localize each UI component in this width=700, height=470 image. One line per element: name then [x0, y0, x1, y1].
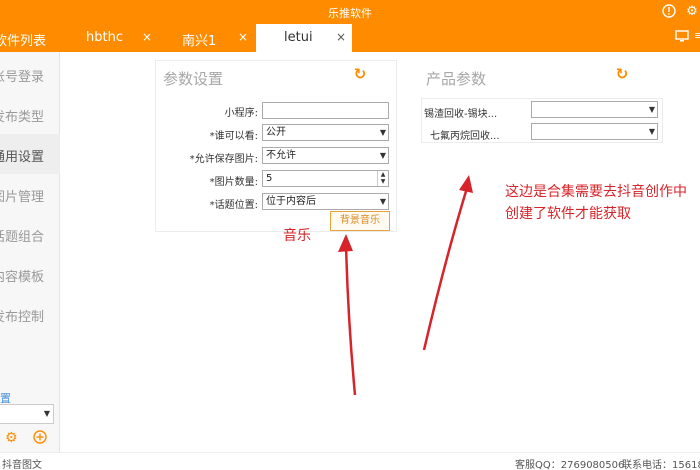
annotation-arrow-product: [422, 187, 469, 351]
arrowhead-music: [338, 234, 353, 252]
annotation-arrows: [338, 175, 473, 396]
annotation-arrow-music: [344, 244, 357, 396]
support-qq: 客服QQ：2769080506: [515, 460, 625, 470]
support-phone: 联系电话：15618: [622, 460, 700, 470]
status-bar: 抖音图文 客服QQ：2769080506 联系电话：15618: [0, 452, 700, 470]
platform-status: 抖音图文: [2, 460, 42, 470]
arrowhead-product: [459, 175, 473, 193]
